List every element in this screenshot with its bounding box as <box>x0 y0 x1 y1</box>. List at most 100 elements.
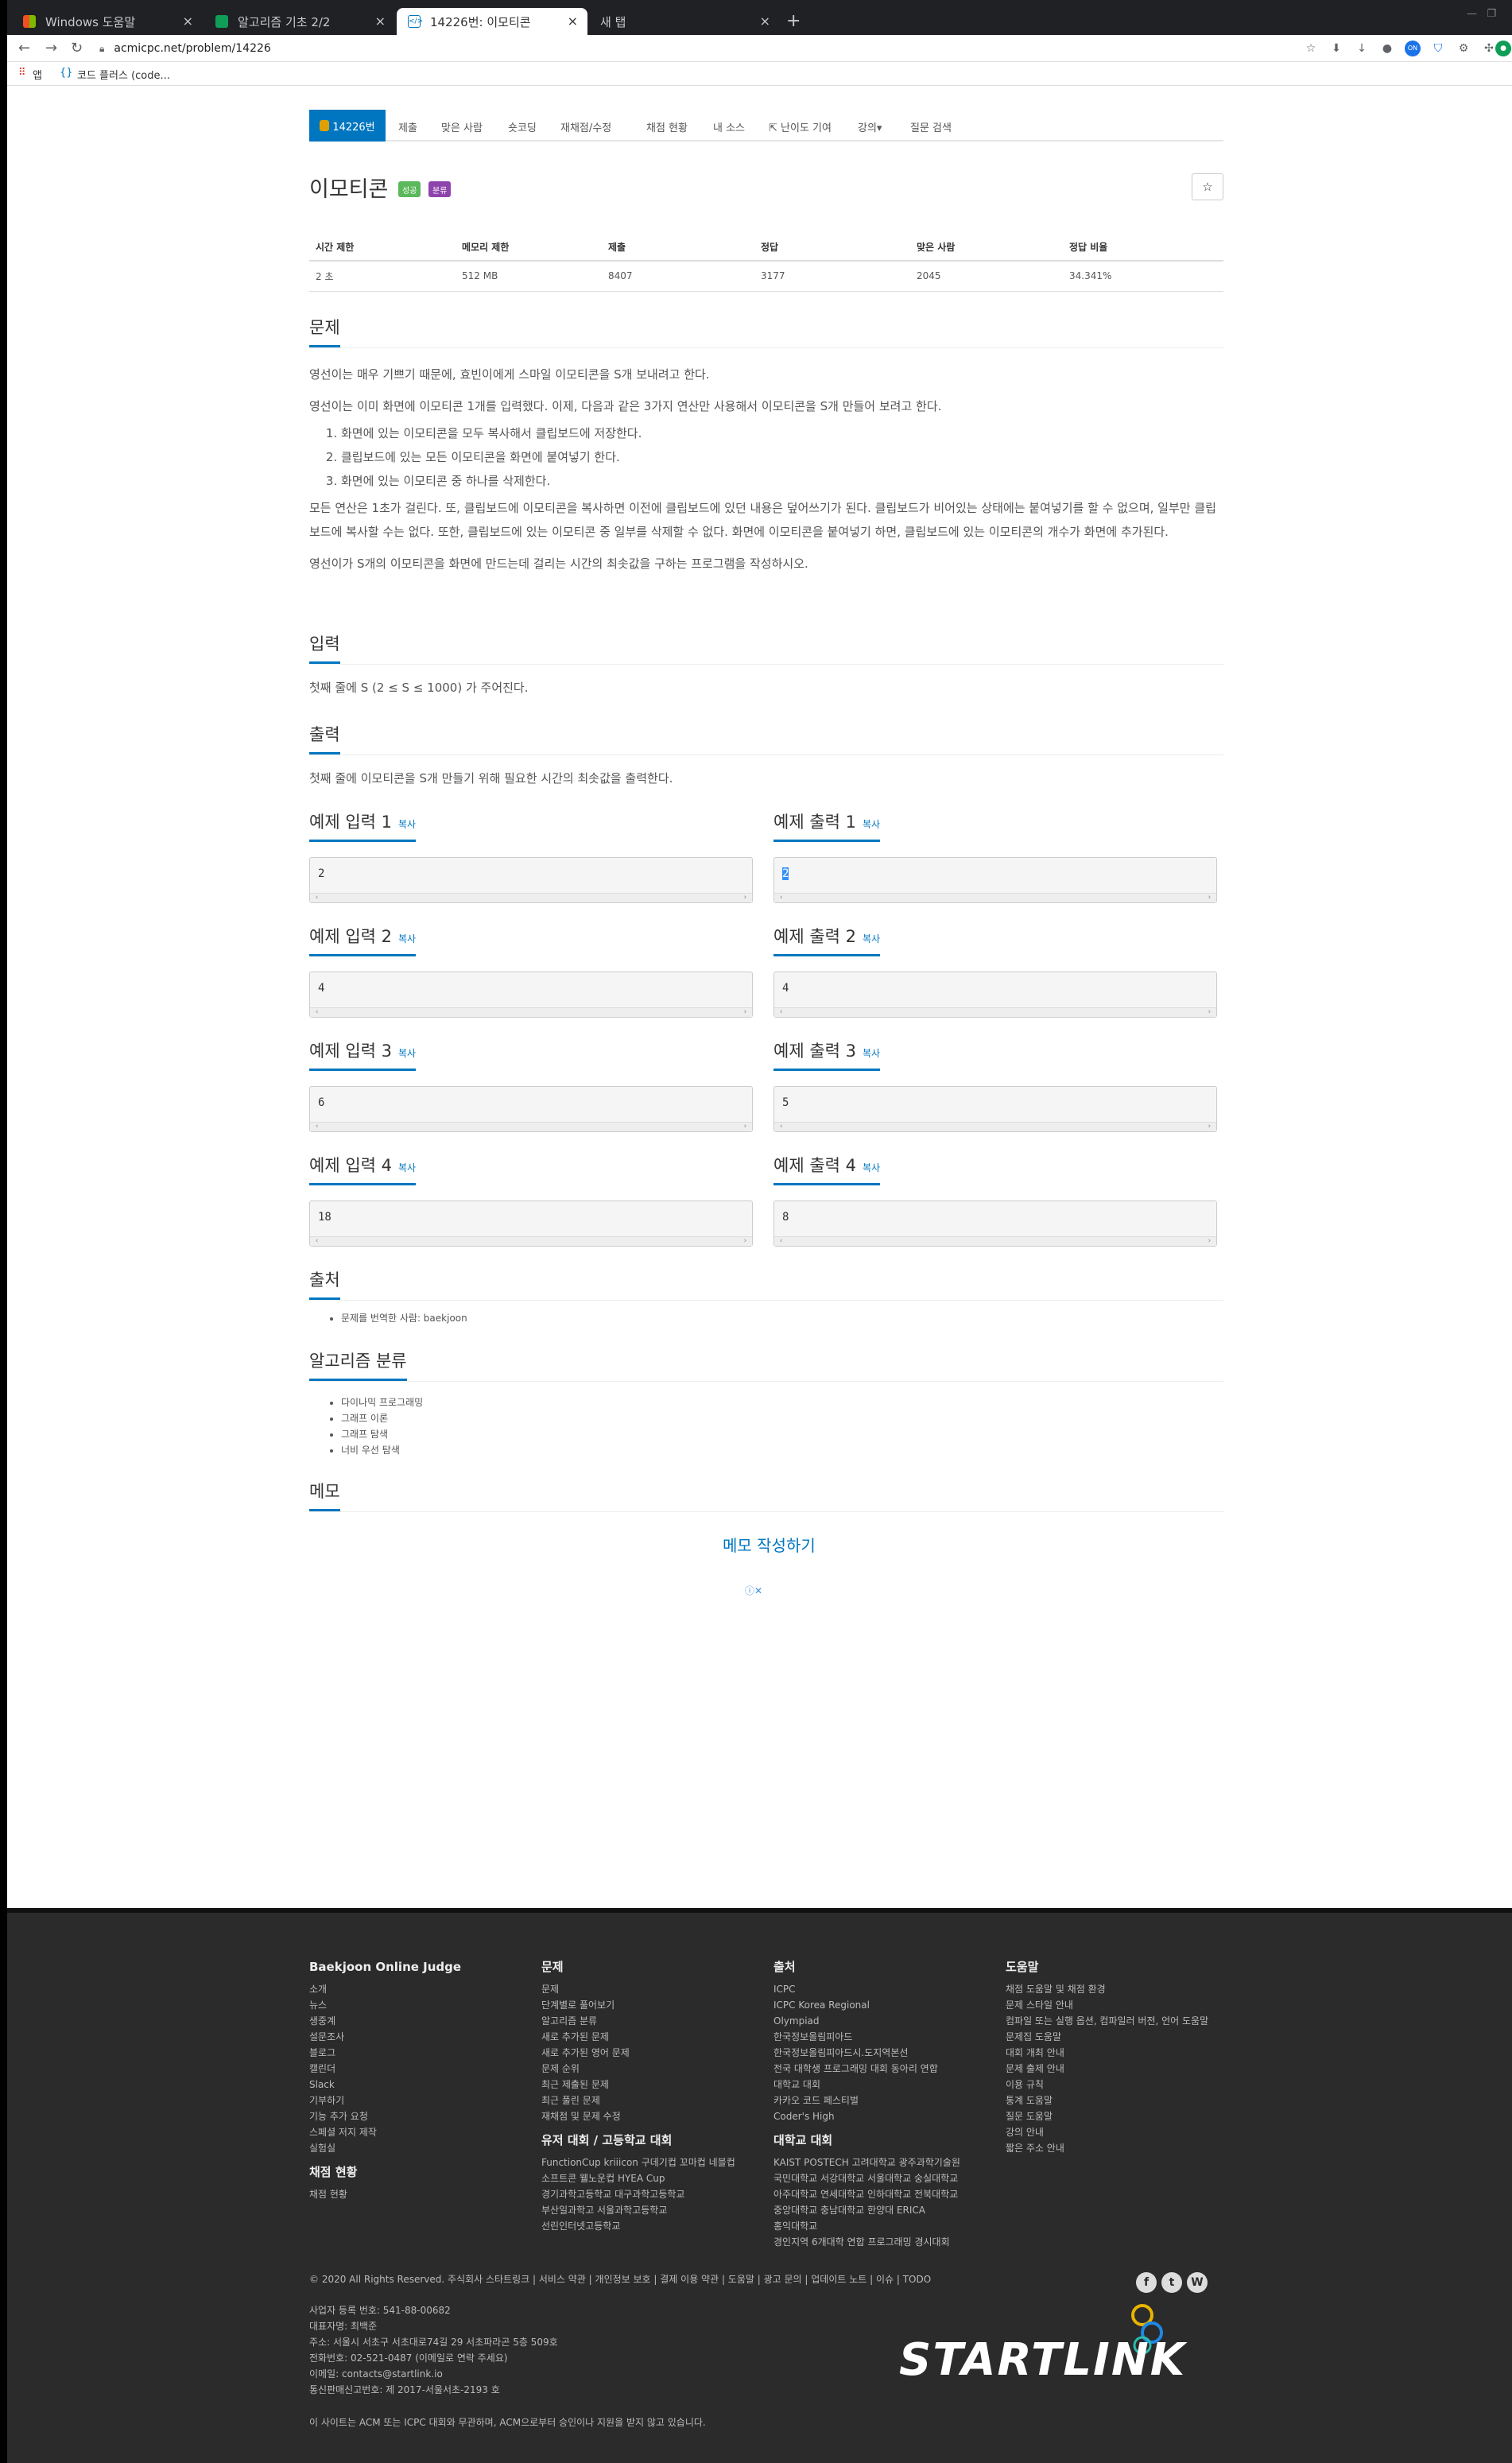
footer-link[interactable]: 경인지역 6개대학 연합 프로그래밍 경시대회 <box>773 2234 988 2250</box>
copy-button[interactable]: 복사 <box>398 1162 416 1173</box>
close-icon[interactable]: × <box>760 14 770 29</box>
ad-info-icon[interactable]: ⓘ✕ <box>745 1584 762 1597</box>
footer-link[interactable]: 전국 대학생 프로그래밍 대회 동아리 연합 <box>773 2061 988 2077</box>
list-item[interactable]: 그래프 이론 <box>341 1410 423 1426</box>
scrollbar[interactable]: ‹ › <box>774 893 1216 902</box>
list-item[interactable]: 문제를 번역한 사람: baekjoon <box>341 1310 467 1326</box>
close-icon[interactable]: × <box>568 14 578 29</box>
copy-button[interactable]: 복사 <box>398 933 416 944</box>
footer-link[interactable]: 한국정보올림피아드 <box>773 2029 988 2045</box>
nav-difficulty[interactable]: ⇱ 난이도 기여 <box>769 119 832 134</box>
list-item[interactable]: 그래프 탐색 <box>341 1426 423 1442</box>
footer-link[interactable]: ICPC Korea Regional <box>773 1997 988 2013</box>
extension-icon[interactable]: ⬇ <box>1328 41 1344 56</box>
sample-box[interactable]: 2 ‹ › <box>309 857 753 903</box>
footer-link[interactable]: 카카오 코드 페스티벌 <box>773 2093 988 2108</box>
footer-link[interactable]: 캘린더 <box>309 2061 524 2077</box>
footer-link[interactable]: 컴파일 또는 실행 옵션, 컴파일러 버전, 언어 도움말 <box>1006 2013 1220 2029</box>
copy-button[interactable]: 복사 <box>863 1162 880 1173</box>
nav-my-source[interactable]: 내 소스 <box>713 119 745 134</box>
footer-link[interactable]: 아주대학교 연세대학교 인하대학교 전북대학교 <box>773 2186 988 2202</box>
footer-link[interactable]: 새로 추가된 문제 <box>541 2029 756 2045</box>
footer-link[interactable]: Slack <box>309 2077 524 2093</box>
facebook-icon[interactable]: f <box>1136 2272 1157 2293</box>
footer-link[interactable]: 이용 규칙 <box>1006 2077 1220 2093</box>
copy-button[interactable]: 복사 <box>398 1048 416 1059</box>
footer-link[interactable]: 뉴스 <box>309 1997 524 2013</box>
footer-link[interactable]: 설문조사 <box>309 2029 524 2045</box>
footer-link[interactable]: 선린인터넷고등학교 <box>541 2218 756 2234</box>
bookmark-star-icon[interactable]: ☆ <box>1303 41 1319 56</box>
scrollbar[interactable]: ‹ › <box>774 1122 1216 1131</box>
footer-link[interactable]: Coder's High <box>773 2108 988 2124</box>
scrollbar[interactable]: ‹ › <box>774 1007 1216 1017</box>
forward-icon[interactable]: → <box>45 40 57 56</box>
wordpress-icon[interactable]: W <box>1187 2272 1208 2293</box>
footer-link[interactable]: 홍익대학교 <box>773 2218 988 2234</box>
footer-link[interactable]: 짧은 주소 안내 <box>1006 2140 1220 2156</box>
list-item[interactable]: 다이나믹 프로그래밍 <box>341 1394 423 1410</box>
gear-icon[interactable]: ⚙ <box>1456 41 1471 56</box>
scrollbar[interactable]: ‹ › <box>310 893 752 902</box>
category-badge[interactable]: 분류 <box>428 181 452 197</box>
scrollbar[interactable]: ‹ › <box>310 1007 752 1017</box>
copy-button[interactable]: 복사 <box>398 819 416 830</box>
footer-link[interactable]: 생중계 <box>309 2013 524 2029</box>
footer-link[interactable]: 통계 도움말 <box>1006 2093 1220 2108</box>
footer-link[interactable]: 최근 풀린 문제 <box>541 2093 756 2108</box>
nav-short-coding[interactable]: 숏코딩 <box>508 119 537 134</box>
sample-box[interactable]: 2 ‹ › <box>773 857 1217 903</box>
nav-solved-users[interactable]: 맞은 사람 <box>441 119 483 134</box>
twitter-icon[interactable]: t <box>1161 2272 1182 2293</box>
sample-box[interactable]: 18 ‹ › <box>309 1200 753 1247</box>
tab-problem[interactable]: </> 14226번: 이모티콘 × <box>397 8 587 35</box>
footer-link[interactable]: 재채점 및 문제 수정 <box>541 2108 756 2124</box>
scrollbar[interactable]: ‹ › <box>310 1122 752 1131</box>
footer-link[interactable]: 스페셜 저지 제작 <box>309 2124 524 2140</box>
favorite-button[interactable]: ☆ <box>1192 173 1223 200</box>
sample-box[interactable]: 6 ‹ › <box>309 1086 753 1132</box>
window-controls[interactable]: — ❐ <box>1467 8 1496 20</box>
tab-new[interactable]: 새 탭 × <box>589 8 780 35</box>
footer-link[interactable]: 문제 스타일 안내 <box>1006 1997 1220 2013</box>
download-icon[interactable]: ↓ <box>1354 41 1370 56</box>
copy-button[interactable]: 복사 <box>863 1048 880 1059</box>
footer-link[interactable]: 소프트콘 웰노운컵 HYEA Cup <box>541 2170 756 2186</box>
footer-link[interactable]: 부산일과학고 서울과학고등학교 <box>541 2202 756 2218</box>
footer-link[interactable]: 새로 추가된 영어 문제 <box>541 2045 756 2061</box>
footer-link[interactable]: 문제 순위 <box>541 2061 756 2077</box>
extension-icon[interactable]: ● <box>1379 41 1395 56</box>
footer-link[interactable]: 블로그 <box>309 2045 524 2061</box>
footer-link[interactable]: 기능 추가 요청 <box>309 2108 524 2124</box>
bookmark-apps[interactable]: 앱 <box>33 67 42 82</box>
footer-link[interactable]: 채점 현황 <box>309 2186 524 2202</box>
footer-link[interactable]: 단계별로 풀어보기 <box>541 1997 756 2013</box>
nav-status[interactable]: 채점 현황 <box>646 119 688 134</box>
list-item[interactable]: 너비 우선 탐색 <box>341 1442 423 1458</box>
footer-link[interactable]: 한국정보올림피아드시.도지역본선 <box>773 2045 988 2061</box>
sample-box[interactable]: 4 ‹ › <box>309 972 753 1018</box>
nav-lectures[interactable]: 강의▾ <box>858 119 882 134</box>
footer-link[interactable]: FunctionCup kriiicon 구데기컵 꼬마컵 네블컵 <box>541 2155 756 2170</box>
footer-link[interactable]: 소개 <box>309 1981 524 1997</box>
copy-button[interactable]: 복사 <box>863 819 880 830</box>
scrollbar[interactable]: ‹ › <box>310 1236 752 1246</box>
footer-link[interactable]: 경기과학고등학교 대구과학고등학교 <box>541 2186 756 2202</box>
footer-link[interactable]: 문제 출제 안내 <box>1006 2061 1220 2077</box>
footer-link[interactable]: 대학교 대회 <box>773 2077 988 2093</box>
scrollbar[interactable]: ‹ › <box>774 1236 1216 1246</box>
back-icon[interactable]: ← <box>18 40 30 56</box>
copy-button[interactable]: 복사 <box>863 933 880 944</box>
footer-link[interactable]: 대회 개최 안내 <box>1006 2045 1220 2061</box>
bookmark-codeplus[interactable]: 코드 플러스 (code... <box>77 67 170 82</box>
address-bar[interactable]: 🔒︎ acmicpc.net/problem/14226 <box>99 39 271 58</box>
sample-box[interactable]: 4 ‹ › <box>773 972 1217 1018</box>
new-tab-button[interactable]: + <box>786 11 801 31</box>
footer-link[interactable]: 중앙대학교 충남대학교 한양대 ERICA <box>773 2202 988 2218</box>
nav-question-search[interactable]: 질문 검색 <box>910 119 952 134</box>
footer-link[interactable]: ICPC <box>773 1981 988 1997</box>
footer-link[interactable]: 질문 도움말 <box>1006 2108 1220 2124</box>
shield-icon[interactable]: ⛉ <box>1430 41 1446 56</box>
footer-link[interactable]: 실험실 <box>309 2140 524 2156</box>
footer-link[interactable]: KAIST POSTECH 고려대학교 광주과학기술원 <box>773 2155 988 2170</box>
